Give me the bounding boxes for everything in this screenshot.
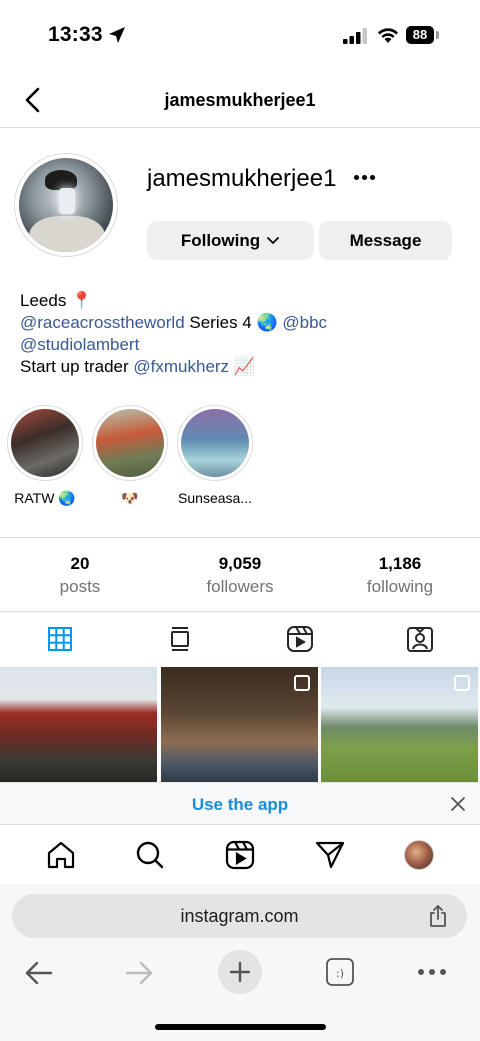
tagged-icon	[407, 627, 433, 652]
bottom-nav	[0, 824, 480, 884]
status-time: 13:33	[48, 23, 103, 46]
bio-chart-emoji: 📈	[229, 357, 255, 376]
bio-text: Series 4 🌏	[184, 313, 283, 332]
feed-icon	[171, 627, 189, 651]
bio-text: Start up trader	[20, 357, 134, 376]
story-highlight[interactable]: 🐶	[92, 405, 168, 507]
signal-icon	[343, 28, 367, 44]
post-thumbnail[interactable]	[161, 667, 318, 782]
bio-line-2: @raceacrosstheworld Series 4 🌏 @bbc	[20, 312, 327, 334]
home-indicator	[155, 1024, 326, 1030]
stat-following[interactable]: 1,186 following	[320, 538, 480, 611]
share-icon[interactable]	[428, 904, 448, 928]
bio-location: Leeds 📍	[20, 291, 93, 310]
stat-number: 20	[70, 554, 90, 573]
grid-icon	[48, 627, 72, 651]
story-highlight[interactable]: RATW 🌏	[7, 405, 83, 507]
highlight-label: Sunseasa...	[178, 490, 252, 506]
status-bar: 13:33 88	[0, 0, 480, 70]
tab-feed[interactable]	[120, 612, 240, 666]
forward-arrow-icon[interactable]	[124, 960, 154, 986]
stat-label: posts	[59, 577, 101, 596]
reels-icon[interactable]	[225, 840, 255, 870]
tabs-icon[interactable]: :)	[325, 957, 355, 987]
svg-text::): :)	[336, 967, 344, 980]
reels-icon	[287, 626, 313, 652]
bio-link-bbc[interactable]: @bbc	[282, 313, 327, 332]
stat-label: followers	[206, 577, 274, 596]
stat-number: 1,186	[378, 554, 422, 573]
profile-bio: Leeds 📍 @raceacrosstheworld Series 4 🌏 @…	[20, 290, 327, 378]
plus-icon	[229, 961, 251, 983]
wifi-icon	[378, 28, 398, 43]
new-tab-button[interactable]	[218, 950, 262, 994]
post-grid	[0, 667, 480, 782]
message-button[interactable]: Message	[319, 221, 452, 260]
tab-reels[interactable]	[240, 612, 360, 666]
avatar-image	[19, 158, 113, 252]
profile-avatar-nav[interactable]	[404, 840, 434, 870]
chevron-down-icon	[267, 236, 280, 244]
post-thumbnail[interactable]	[0, 667, 157, 782]
more-icon[interactable]	[417, 968, 447, 976]
stat-followers[interactable]: 9,059 followers	[160, 538, 320, 611]
highlight-label: RATW 🌏	[14, 490, 76, 506]
following-button-label: Following	[180, 230, 261, 250]
battery-nub	[436, 31, 439, 39]
use-app-link[interactable]: Use the app	[0, 795, 480, 815]
story-highlight[interactable]: Sunseasa...	[177, 405, 253, 506]
carousel-icon	[294, 675, 310, 691]
page-title: jamesmukherjee1	[164, 90, 316, 110]
url-text: instagram.com	[180, 906, 299, 926]
back-arrow-icon[interactable]	[24, 960, 54, 986]
bio-line-4: Start up trader @fxmukherz 📈	[20, 356, 327, 378]
following-button[interactable]: Following	[147, 221, 314, 260]
address-bar[interactable]: instagram.com	[12, 894, 467, 938]
more-options-button[interactable]	[352, 166, 384, 190]
bio-line-3: @studiolambert	[20, 334, 327, 356]
tab-grid[interactable]	[0, 612, 120, 666]
bio-link-studiolambert[interactable]: @studiolambert	[20, 335, 139, 354]
stat-label: following	[366, 577, 434, 596]
location-arrow-icon	[109, 27, 125, 43]
stat-posts[interactable]: 20 posts	[0, 538, 160, 611]
top-bar: jamesmukherjee1	[0, 72, 480, 128]
bio-link-fxmukherz[interactable]: @fxmukherz	[133, 357, 229, 376]
battery-icon: 88	[406, 26, 434, 44]
profile-stats: 20 posts 9,059 followers 1,186 following	[0, 537, 480, 612]
profile-avatar[interactable]	[14, 153, 118, 257]
highlight-label: 🐶	[121, 490, 139, 506]
carousel-icon	[454, 675, 470, 691]
tab-tagged[interactable]	[360, 612, 480, 666]
bio-link-raceacrosstheworld[interactable]: @raceacrosstheworld	[20, 313, 185, 332]
use-app-banner: Use the app	[0, 782, 480, 824]
home-icon[interactable]	[46, 840, 76, 870]
profile-username: jamesmukherjee1	[147, 165, 337, 192]
stat-number: 9,059	[218, 554, 262, 573]
highlight-cover	[181, 409, 249, 477]
highlight-cover	[96, 409, 164, 477]
content-tabs	[0, 612, 480, 666]
close-icon[interactable]	[450, 796, 466, 812]
post-thumbnail[interactable]	[321, 667, 478, 782]
direct-icon[interactable]	[315, 840, 345, 870]
highlight-cover	[11, 409, 79, 477]
message-button-label: Message	[349, 230, 422, 250]
search-icon[interactable]	[135, 840, 165, 870]
browser-toolbar: instagram.com :)	[0, 884, 480, 1041]
